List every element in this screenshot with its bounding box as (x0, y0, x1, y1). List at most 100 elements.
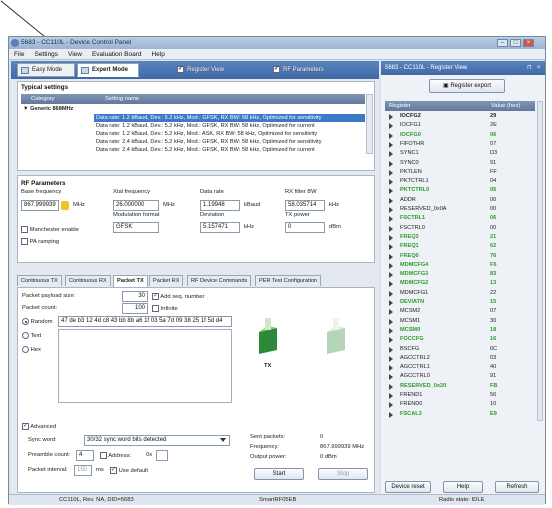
register-row[interactable]: MDMCFG4 F5 (385, 261, 535, 270)
address-option[interactable]: Address: (100, 452, 131, 459)
expand-arrow-icon[interactable] (389, 365, 393, 372)
expand-arrow-icon[interactable] (389, 225, 393, 232)
register-row[interactable]: PKTCTRL0 05 (385, 186, 535, 195)
text-option[interactable]: Text (22, 332, 41, 339)
menu-help[interactable]: Help (146, 49, 169, 60)
typical-settings-scrollbar[interactable] (366, 94, 373, 154)
register-row[interactable]: RESERVED_0x20 FB (385, 382, 535, 391)
register-scrollbar[interactable] (537, 101, 543, 421)
register-row[interactable]: AGCCTRL2 03 (385, 354, 535, 363)
register-row[interactable]: IOCFG1 2E (385, 121, 535, 130)
close-button[interactable]: × (523, 39, 534, 47)
expand-arrow-icon[interactable] (389, 272, 393, 279)
rf-parameters-toggle[interactable]: ✓ RF Parameters (273, 66, 324, 73)
register-view-toggle[interactable]: ✓ Register View (177, 66, 224, 73)
expand-arrow-icon[interactable] (389, 132, 393, 139)
close-pane-icon[interactable]: × (537, 61, 541, 75)
expand-arrow-icon[interactable] (389, 234, 393, 241)
typical-setting-row[interactable]: Data rate: 1.2 kBaud, Dev.: 5.2 kHz, Mod… (94, 122, 365, 130)
preamble-count-select[interactable]: 4 (76, 450, 94, 461)
address-checkbox[interactable] (100, 452, 107, 459)
expand-arrow-icon[interactable] (389, 179, 393, 186)
register-row[interactable]: AGCCTRL1 40 (385, 363, 535, 372)
register-view-checkbox[interactable]: ✓ (177, 66, 184, 73)
register-row[interactable]: FREND0 10 (385, 400, 535, 409)
add-seq-checkbox[interactable]: ✓ (152, 293, 159, 300)
modulation-select[interactable]: GFSK (113, 222, 159, 233)
expand-arrow-icon[interactable] (389, 337, 393, 344)
expand-arrow-icon[interactable] (389, 114, 393, 120)
expand-arrow-icon[interactable] (389, 151, 393, 158)
register-row[interactable]: AGCCTRL0 91 (385, 372, 535, 381)
register-row[interactable]: IOCFG2 29 (385, 112, 535, 121)
start-button[interactable]: Start (254, 468, 304, 480)
register-row[interactable]: DEVIATN 15 (385, 298, 535, 307)
expand-arrow-icon[interactable] (389, 411, 393, 418)
register-row[interactable]: FREQ1 62 (385, 242, 535, 251)
add-seq-option[interactable]: ✓ Add seq. number (152, 293, 204, 300)
register-row[interactable]: FSCTRL1 06 (385, 214, 535, 223)
expand-arrow-icon[interactable] (389, 253, 393, 260)
tx-power-select[interactable]: 0 (285, 222, 325, 233)
tab-per-test-configuration[interactable]: PER Test Configuration (255, 275, 322, 286)
register-row[interactable]: MCSM2 07 (385, 307, 535, 316)
random-payload-field[interactable]: 47 de b3 12 4d c8 43 bb 8b a6 1f 03 5a 7… (58, 316, 232, 327)
expand-arrow-icon[interactable] (389, 160, 393, 167)
pa-ramping-option[interactable]: PA ramping (21, 238, 59, 245)
expand-arrow-icon[interactable] (389, 290, 393, 297)
expand-arrow-icon[interactable] (389, 393, 393, 399)
register-row[interactable]: FREQ2 21 (385, 233, 535, 242)
expand-arrow-icon[interactable] (389, 207, 393, 213)
register-row[interactable]: SYNC0 91 (385, 159, 535, 168)
expand-arrow-icon[interactable] (389, 309, 393, 316)
rx-filter-bw-input[interactable]: 58.035714 (285, 200, 325, 211)
expand-arrow-icon[interactable] (389, 123, 393, 130)
register-row[interactable]: MDMCFG1 22 (385, 289, 535, 298)
tab-continuous-tx[interactable]: Continuous TX (17, 275, 62, 286)
use-default-checkbox[interactable]: ✓ (110, 467, 117, 474)
base-frequency-input[interactable]: 867.999939 (21, 200, 59, 211)
menu-view[interactable]: View (63, 49, 87, 60)
expand-arrow-icon[interactable] (389, 300, 393, 306)
sync-word-select[interactable]: 30/32 sync word bits detected (84, 435, 230, 446)
address-input[interactable] (156, 450, 168, 461)
tab-continuous-rx[interactable]: Continuous RX (65, 275, 111, 286)
tab-packet-rx[interactable]: Packet RX (149, 275, 184, 286)
register-row[interactable]: BSCFG 6C (385, 345, 535, 354)
maximize-button[interactable]: □ (510, 39, 521, 47)
manchester-option[interactable]: Manchester enable (21, 226, 79, 233)
payload-size-input[interactable]: 30 (122, 291, 148, 302)
refresh-button[interactable]: Refresh (495, 481, 539, 493)
register-row[interactable]: FSCAL3 E9 (385, 410, 535, 419)
register-row[interactable]: FREQ0 76 (385, 252, 535, 261)
text-radio[interactable] (22, 332, 29, 339)
typical-setting-row[interactable]: Data rate: 1.2 kBaud, Dev.: 5.2 kHz, Mod… (94, 114, 365, 122)
register-row[interactable]: FIFOTHR 07 (385, 140, 535, 149)
register-row[interactable]: IOCFG0 06 (385, 131, 535, 140)
register-row[interactable]: PKTCTRL1 04 (385, 177, 535, 186)
register-row[interactable]: MDMCFG2 13 (385, 279, 535, 288)
register-row[interactable]: MCSM0 18 (385, 326, 535, 335)
expand-arrow-icon[interactable] (389, 169, 393, 176)
minimize-button[interactable]: – (497, 39, 508, 47)
expand-arrow-icon[interactable] (389, 318, 393, 325)
expand-arrow-icon[interactable] (389, 355, 393, 362)
help-button[interactable]: Help (443, 481, 483, 493)
register-export-button[interactable]: ▣ Register export (429, 79, 505, 93)
expand-arrow-icon[interactable] (389, 188, 393, 195)
deviation-input[interactable]: 5.157471 (200, 222, 240, 233)
expand-arrow-icon[interactable] (389, 216, 393, 223)
manchester-checkbox[interactable] (21, 226, 28, 233)
use-default-option[interactable]: ✓ Use default (110, 467, 148, 474)
hex-option[interactable]: Hex (22, 346, 41, 353)
infinite-option[interactable]: Infinite (152, 305, 178, 312)
pin-icon[interactable]: ⊓ (527, 61, 532, 75)
expand-arrow-icon[interactable] (389, 402, 393, 409)
hex-radio[interactable] (22, 346, 29, 353)
rf-parameters-checkbox[interactable]: ✓ (273, 66, 280, 73)
random-option[interactable]: Random (22, 318, 53, 325)
typical-setting-row[interactable]: Data rate: 2.4 kBaud, Dev.: 5.2 kHz, Mod… (94, 138, 365, 146)
tab-rf-device-commands[interactable]: RF Device Commands (187, 275, 252, 286)
advanced-option[interactable]: ✓ Advanced (22, 423, 56, 430)
expand-arrow-icon[interactable] (389, 141, 393, 148)
